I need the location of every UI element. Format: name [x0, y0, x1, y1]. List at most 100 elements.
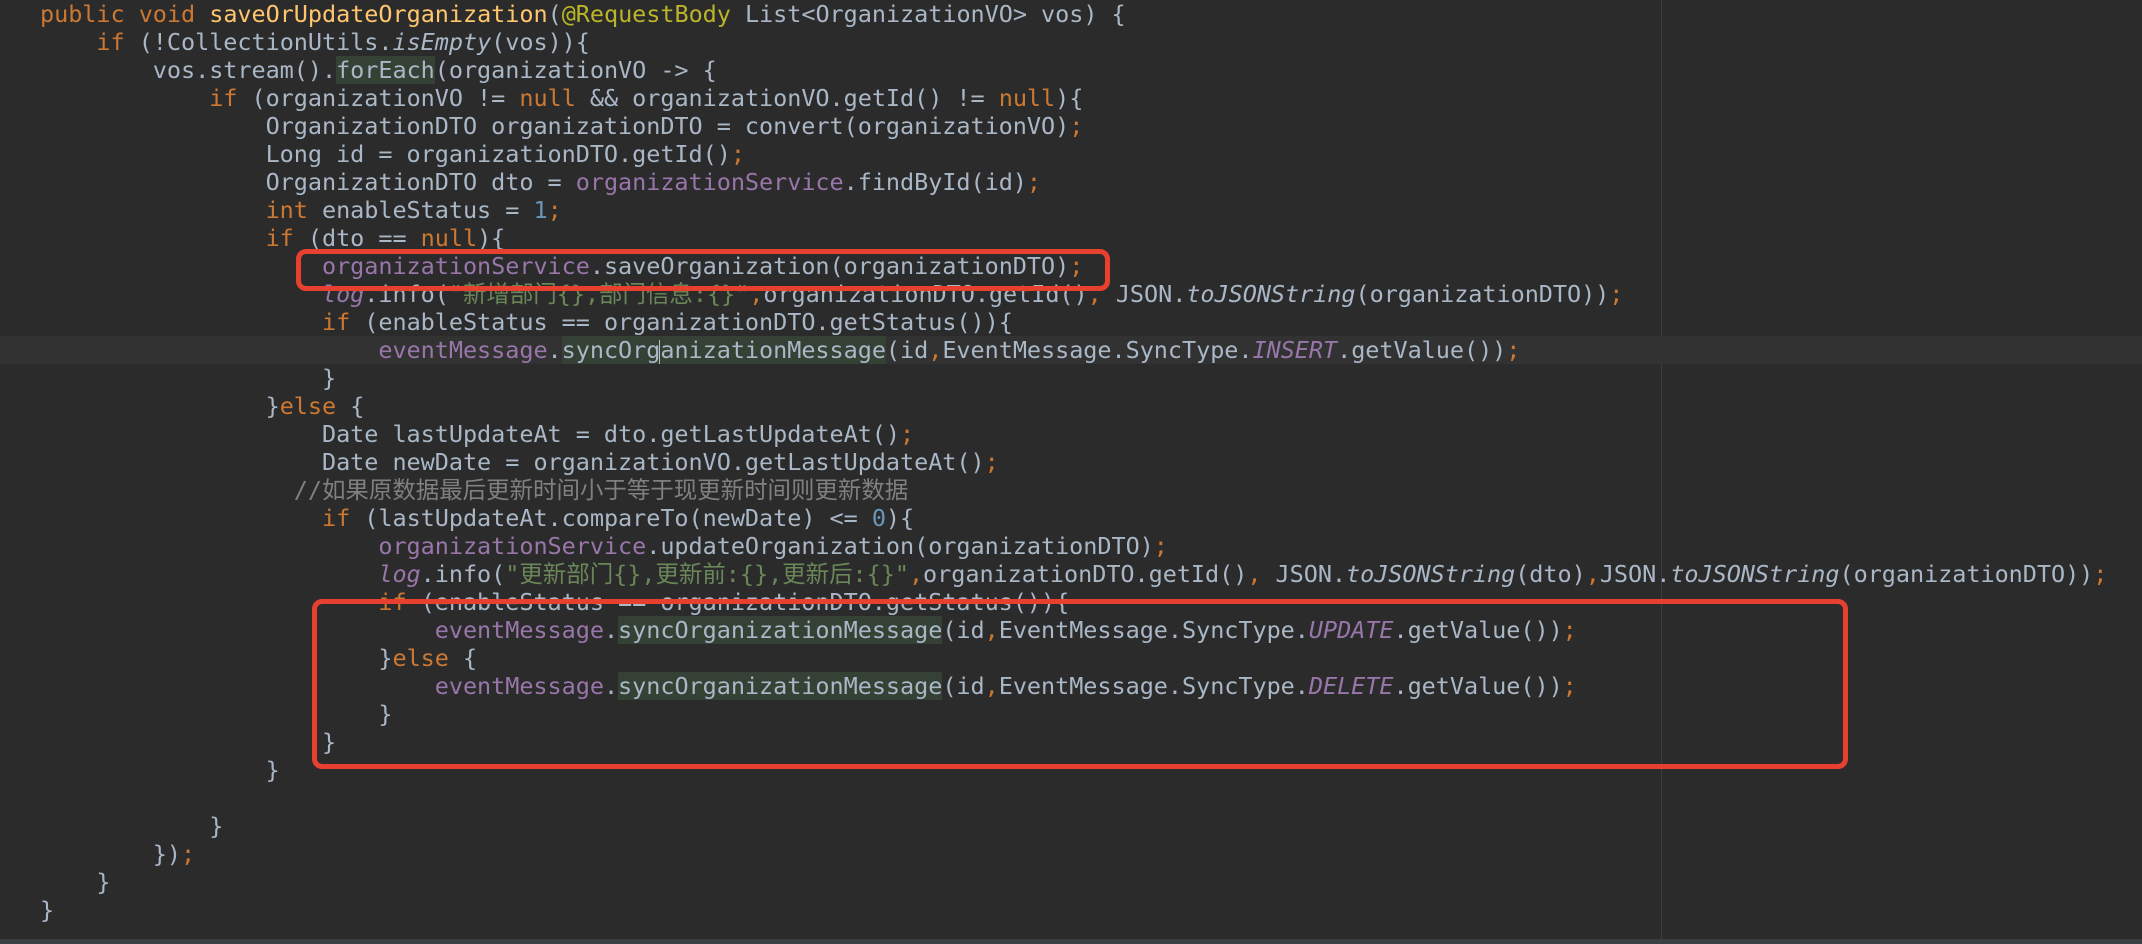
code-line[interactable]: Date lastUpdateAt = dto.getLastUpdateAt(… — [0, 420, 2142, 448]
code-line[interactable]: log.info("更新部门{},更新前:{},更新后:{}",organiza… — [0, 560, 2142, 588]
code-token: vos.stream(). — [152, 56, 337, 84]
code-line[interactable]: if (lastUpdateAt.compareTo(newDate) <= 0… — [0, 504, 2142, 532]
code-line[interactable]: if (organizationVO != null && organizati… — [0, 84, 2142, 112]
code-token: JSON. — [1261, 560, 1347, 588]
code-token: (enableStatus == organizationDTO.getStat… — [406, 588, 1070, 616]
code-line[interactable]: } — [0, 896, 2142, 924]
code-token: , — [984, 616, 999, 644]
code-token: OrganizationDTO dto = — [265, 168, 576, 196]
code-token: (lastUpdateAt.compareTo(newDate) <= — [350, 504, 872, 532]
code-line[interactable]: //如果原数据最后更新时间小于等于现更新时间则更新数据 — [0, 476, 2142, 504]
code-token: } — [321, 728, 337, 756]
code-token: public — [40, 0, 125, 28]
code-token: null — [420, 224, 478, 252]
code-token: (dto) — [1515, 560, 1586, 588]
code-token: "新增部门{},部门信息:{}" — [448, 280, 750, 308]
code-token: toJSONString — [1346, 560, 1516, 588]
code-token: eventMessage — [434, 616, 604, 644]
code-token: , — [984, 672, 999, 700]
code-token: ; — [730, 140, 745, 168]
code-token: eventMessage — [378, 336, 548, 364]
code-line[interactable]: if (enableStatus == organizationDTO.getS… — [0, 588, 2142, 616]
code-token: forEach — [336, 56, 435, 84]
code-line[interactable] — [0, 784, 2142, 812]
code-line[interactable]: log.info("新增部门{},部门信息:{}",organizationDT… — [0, 280, 2142, 308]
code-line[interactable]: } — [0, 700, 2142, 728]
code-token: . — [603, 616, 619, 644]
code-line[interactable]: Date newDate = organizationVO.getLastUpd… — [0, 448, 2142, 476]
code-line[interactable]: if (enableStatus == organizationDTO.getS… — [0, 308, 2142, 336]
code-line[interactable]: OrganizationDTO organizationDTO = conver… — [0, 112, 2142, 140]
code-token: syncOrganizationMessage — [618, 616, 943, 644]
code-token: //如果原数据最后更新时间小于等于现更新时间则更新数据 — [293, 476, 909, 504]
code-line[interactable]: if (!CollectionUtils.isEmpty(vos)){ — [0, 28, 2142, 56]
code-token: ; — [1506, 336, 1521, 364]
code-token: JSON. — [1599, 560, 1671, 588]
code-token: (id — [942, 672, 985, 700]
code-token: void — [138, 0, 196, 28]
code-token: (!CollectionUtils. — [124, 28, 393, 56]
code-token: ( — [547, 0, 562, 28]
code-token: . — [603, 672, 619, 700]
code-token: ; — [1562, 616, 1577, 644]
code-token: toJSONString — [1186, 280, 1356, 308]
code-token: if — [321, 504, 351, 532]
code-token: INSERT — [1252, 336, 1338, 364]
code-line[interactable]: int enableStatus = 1; — [0, 196, 2142, 224]
code-line[interactable]: }else { — [0, 644, 2142, 672]
code-token: ; — [1562, 672, 1577, 700]
code-line[interactable]: }else { — [0, 392, 2142, 420]
code-token: .findById(id) — [843, 168, 1027, 196]
code-token: else — [279, 392, 337, 420]
code-line[interactable]: eventMessage.syncOrganizationMessage(id,… — [0, 616, 2142, 644]
code-token: ; — [181, 840, 196, 868]
code-token: DELETE — [1308, 672, 1394, 700]
code-token: (organizationVO -> { — [434, 56, 717, 84]
code-line[interactable]: organizationService.updateOrganization(o… — [0, 532, 2142, 560]
code-line[interactable]: OrganizationDTO dto = organizationServic… — [0, 168, 2142, 196]
code-token: Long id = organizationDTO.getId() — [265, 140, 731, 168]
code-token: } — [265, 392, 280, 420]
code-token: (id — [942, 616, 985, 644]
code-editor[interactable]: public void saveOrUpdateOrganization(@Re… — [0, 0, 2142, 944]
code-token: EventMessage.SyncType. — [998, 616, 1309, 644]
code-line[interactable]: vos.stream().forEach(organizationVO -> { — [0, 56, 2142, 84]
code-token: @RequestBody — [561, 0, 731, 28]
code-token: organizationDTO.getId() — [763, 280, 1088, 308]
code-line[interactable]: Long id = organizationDTO.getId(); — [0, 140, 2142, 168]
code-line[interactable]: } — [0, 728, 2142, 756]
code-line[interactable]: organizationService.saveOrganization(org… — [0, 252, 2142, 280]
code-token: OrganizationDTO organizationDTO = conver… — [265, 112, 1070, 140]
code-line[interactable]: if (dto == null){ — [0, 224, 2142, 252]
code-line[interactable]: } — [0, 868, 2142, 896]
code-token: } — [96, 868, 111, 896]
code-token: { — [448, 644, 478, 672]
code-line[interactable]: } — [0, 364, 2142, 392]
code-line[interactable]: eventMessage.syncOrganizationMessage(id,… — [0, 336, 2142, 364]
code-line[interactable]: } — [0, 812, 2142, 840]
code-line[interactable]: } — [0, 756, 2142, 784]
code-token: { — [336, 392, 365, 420]
code-area[interactable]: public void saveOrUpdateOrganization(@Re… — [0, 0, 2142, 924]
code-line[interactable]: }); — [0, 840, 2142, 868]
code-line[interactable]: eventMessage.syncOrganizationMessage(id,… — [0, 672, 2142, 700]
code-token: toJSONString — [1670, 560, 1840, 588]
code-token: , — [928, 336, 943, 364]
code-token: (enableStatus == organizationDTO.getStat… — [350, 308, 1013, 336]
code-token: , — [1087, 280, 1102, 308]
code-token: ; — [1069, 112, 1084, 140]
code-line[interactable]: public void saveOrUpdateOrganization(@Re… — [0, 0, 2142, 28]
